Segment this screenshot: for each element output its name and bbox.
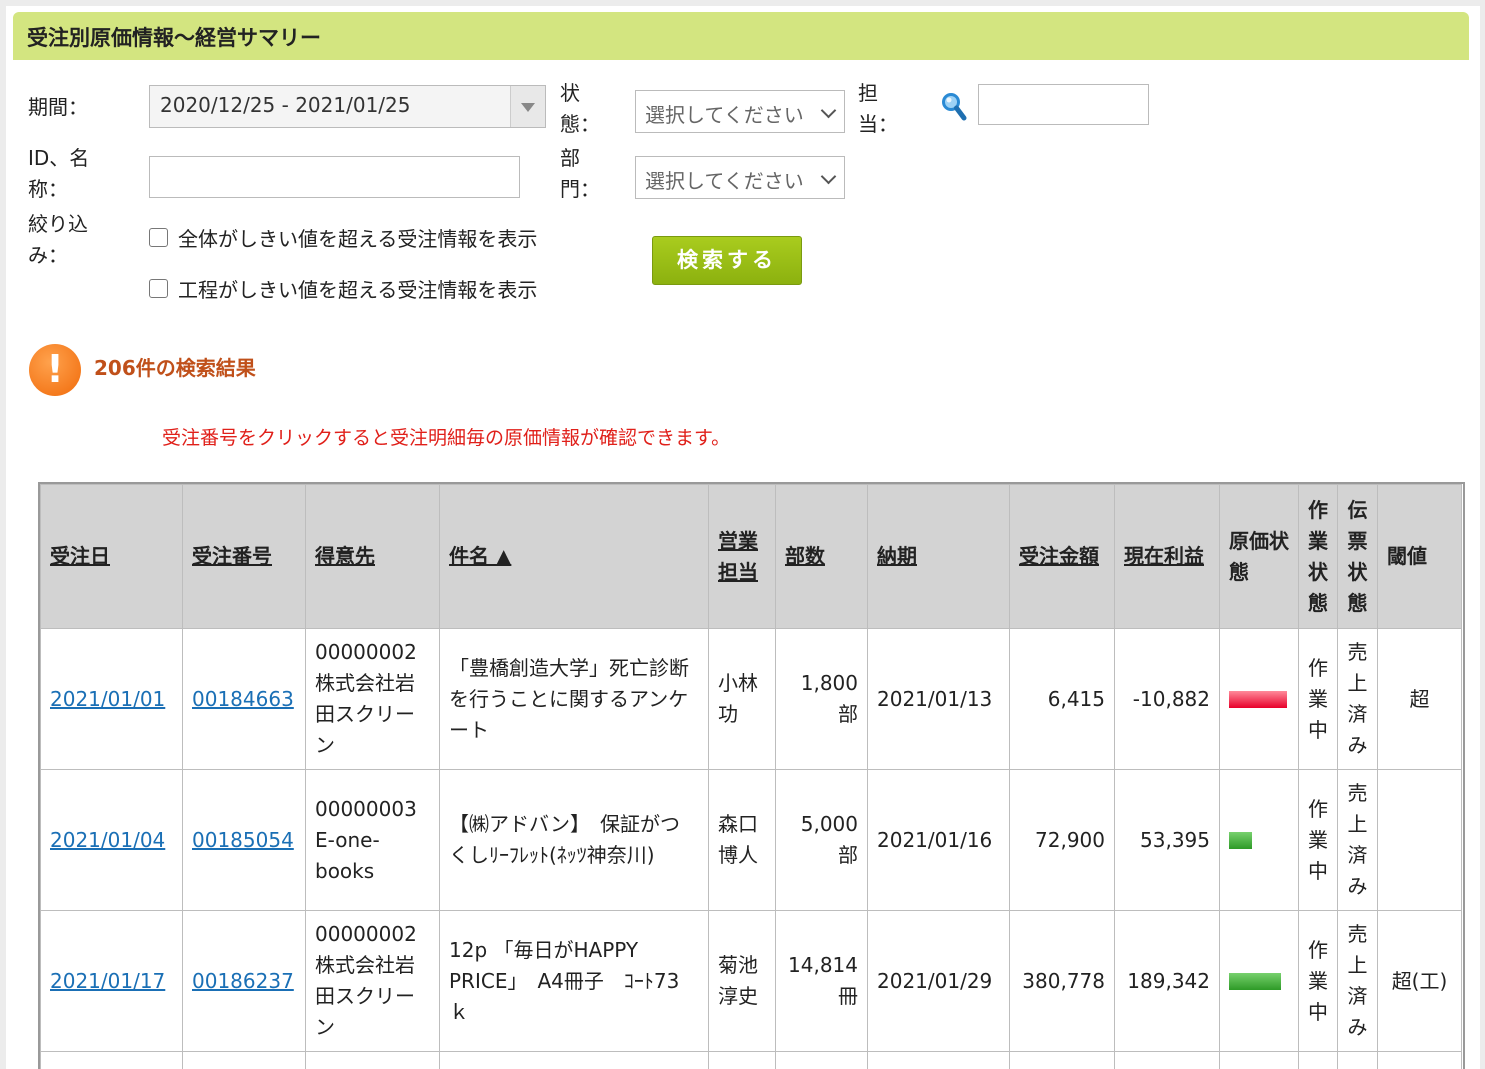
work-status-cell: 作業中 [1298,769,1338,911]
sales-cell: 森口博人 [708,769,776,911]
slip-status-cell: 売上済み [1337,769,1378,911]
threshold-cell [1377,769,1462,911]
copies-cell: 5,000部 [775,769,868,911]
result-count: 206件の検索結果 [94,356,256,380]
due-cell: 2021/01/16 [867,769,1010,911]
due-cell: 2021/01/13 [867,628,1010,770]
id-name-label: ID、名称： [28,146,90,201]
cost-status-bar [1229,972,1281,990]
customer-cell: 00000002 株式会社岩田スクリーン [305,628,440,770]
subject-cell: 12p 「毎日がHAPPY PRICE」 A4冊子 ｺｰﾄ73ｋ [439,910,709,1052]
order-date-link[interactable]: 2021/01/17 [40,910,183,1052]
threshold-cell: 超(工) [1377,910,1462,1052]
table-row-partial [40,1051,1462,1069]
copies-cell: 14,814冊 [775,910,868,1052]
subject-cell: 「豊橋創造大学」死亡診断を行うことに関するアンケート [439,628,709,770]
period-label: 期間： [28,95,88,119]
amount-cell: 380,778 [1009,910,1115,1052]
page: 受注別原価情報～経営サマリー 期間： 2020/12/25 - 2021/01/… [6,6,1480,1069]
order-no-link[interactable]: 00184663 [182,628,306,770]
due-cell: 2021/01/29 [867,910,1010,1052]
slip-status-cell: 売上済み [1337,910,1378,1052]
profit-cell: 189,342 [1114,910,1220,1052]
header-customer[interactable]: 得意先 [305,484,440,629]
header-amount[interactable]: 受注金額 [1009,484,1115,629]
customer-cell: 00000003 E-one-books [305,769,440,911]
page-title: 受注別原価情報～経営サマリー [27,26,321,50]
header-order-no[interactable]: 受注番号 [182,484,306,629]
order-date-link[interactable]: 2021/01/01 [40,628,183,770]
title-bar: 受注別原価情報～経営サマリー [13,12,1469,60]
order-date-link[interactable]: 2021/01/04 [40,769,183,911]
cost-status-bar [1229,690,1287,708]
process-threshold-label: 工程がしきい値を超える受注情報を表示 [178,278,538,302]
amount-cell: 6,415 [1009,628,1115,770]
results-table-wrapper: 受注日 受注番号 得意先 件名 ▲ 営業担当 部数 納期 受注金額 現在利益 原… [38,482,1465,1069]
amount-cell: 72,900 [1009,769,1115,911]
dropdown-arrow-icon[interactable] [510,86,545,127]
order-no-link[interactable]: 00185054 [182,769,306,911]
sales-cell: 小林功 [708,628,776,770]
department-label: 部門： [560,146,600,201]
exclamation-icon [29,344,81,396]
threshold-cell: 超 [1377,628,1462,770]
cost-status-bar [1229,831,1252,849]
header-work-status: 作業状態 [1298,484,1338,629]
profit-cell: -10,882 [1114,628,1220,770]
overall-threshold-checkbox[interactable] [149,228,168,247]
table-row: 2021/01/01 00184663 00000002 株式会社岩田スクリーン… [40,628,1462,770]
cost-status-cell [1219,910,1299,1052]
customer-cell: 00000002 株式会社岩田スクリーン [305,910,440,1052]
results-table: 受注日 受注番号 得意先 件名 ▲ 営業担当 部数 納期 受注金額 現在利益 原… [40,484,1462,1069]
result-notice: 受注番号をクリックすると受注明細毎の原価情報が確認できます。 [162,427,731,449]
magnifier-icon[interactable] [941,92,967,122]
search-button[interactable]: 検索する [652,236,802,285]
status-label: 状態： [560,81,600,136]
sales-cell: 菊池淳史 [708,910,776,1052]
table-row: 2021/01/04 00185054 00000003 E-one-books… [40,769,1462,911]
status-select-text: 選択してください [645,103,804,127]
header-threshold: 閾値 [1377,484,1462,629]
header-sales[interactable]: 営業担当 [708,484,776,629]
subject-cell: 【㈱アドバン】 保証がつくしﾘｰﾌﾚｯﾄ(ﾈｯﾂ神奈川) [439,769,709,911]
header-copies[interactable]: 部数 [775,484,868,629]
table-row: 2021/01/17 00186237 00000002 株式会社岩田スクリーン… [40,910,1462,1052]
overall-threshold-label: 全体がしきい値を超える受注情報を表示 [178,227,538,251]
status-select[interactable]: 選択してください [635,90,845,133]
cost-status-cell [1219,628,1299,770]
header-order-date[interactable]: 受注日 [40,484,183,629]
department-select-text: 選択してください [645,169,804,193]
period-select[interactable]: 2020/12/25 - 2021/01/25 [149,85,546,128]
table-header-row: 受注日 受注番号 得意先 件名 ▲ 営業担当 部数 納期 受注金額 現在利益 原… [40,484,1462,629]
header-subject[interactable]: 件名 ▲ [439,484,709,629]
process-threshold-checkbox[interactable] [149,279,168,298]
assignee-label: 担当： [858,81,898,136]
header-profit[interactable]: 現在利益 [1114,484,1220,629]
chevron-down-icon [820,168,837,185]
order-no-link[interactable]: 00186237 [182,910,306,1052]
chevron-down-icon [820,102,837,119]
department-select[interactable]: 選択してください [635,156,845,199]
narrow-label: 絞り込み： [28,212,88,267]
profit-cell: 53,395 [1114,769,1220,911]
slip-status-cell: 売上済み [1337,628,1378,770]
copies-cell: 1,800部 [775,628,868,770]
assignee-input[interactable] [978,84,1149,125]
work-status-cell: 作業中 [1298,910,1338,1052]
id-name-input[interactable] [149,156,520,198]
header-cost-status: 原価状態 [1219,484,1299,629]
cost-status-cell [1219,769,1299,911]
header-due[interactable]: 納期 [867,484,1010,629]
header-slip-status: 伝票状態 [1337,484,1378,629]
period-value: 2020/12/25 - 2021/01/25 [160,93,411,117]
work-status-cell: 作業中 [1298,628,1338,770]
